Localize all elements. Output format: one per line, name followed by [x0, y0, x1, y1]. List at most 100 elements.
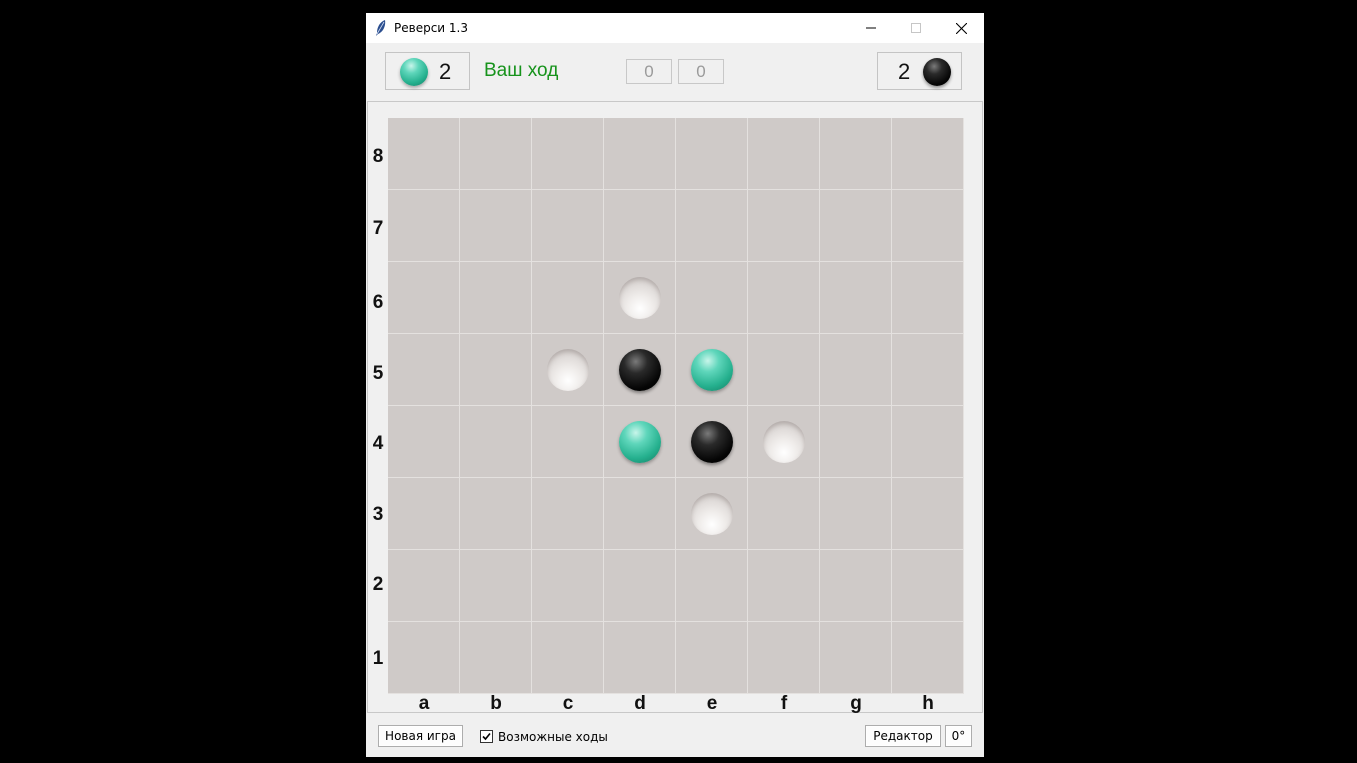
board-cell-e2[interactable] [676, 550, 748, 622]
board-cell-b8[interactable] [460, 118, 532, 190]
board-cell-f7[interactable] [748, 190, 820, 262]
possible-move-marker[interactable] [763, 421, 805, 463]
player-score-box: 2 [385, 52, 470, 90]
board-cell-a6[interactable] [388, 262, 460, 334]
board-cell-h5[interactable] [892, 334, 964, 406]
possible-moves-label[interactable]: Возможные ходы [498, 730, 608, 744]
board-cell-a1[interactable] [388, 622, 460, 694]
board-cell-a3[interactable] [388, 478, 460, 550]
board-cell-f6[interactable] [748, 262, 820, 334]
rotate-button[interactable]: 0° [945, 725, 972, 747]
rank-label: 3 [372, 504, 384, 525]
board-cell-b4[interactable] [460, 406, 532, 478]
board-cell-d8[interactable] [604, 118, 676, 190]
close-icon [955, 22, 967, 34]
board-cell-h2[interactable] [892, 550, 964, 622]
board-cell-a8[interactable] [388, 118, 460, 190]
board-cell-a2[interactable] [388, 550, 460, 622]
board-cell-g1[interactable] [820, 622, 892, 694]
board-cell-c4[interactable] [532, 406, 604, 478]
board-cell-g5[interactable] [820, 334, 892, 406]
board-cell-h4[interactable] [892, 406, 964, 478]
board-cell-a7[interactable] [388, 190, 460, 262]
board-cell-a5[interactable] [388, 334, 460, 406]
board-cell-e6[interactable] [676, 262, 748, 334]
close-button[interactable] [938, 13, 984, 43]
board-cell-b6[interactable] [460, 262, 532, 334]
board-cell-b2[interactable] [460, 550, 532, 622]
board-cell-g8[interactable] [820, 118, 892, 190]
possible-move-marker[interactable] [691, 493, 733, 535]
board-cell-h6[interactable] [892, 262, 964, 334]
possible-move-marker[interactable] [547, 349, 589, 391]
board-cell-c7[interactable] [532, 190, 604, 262]
board-cell-h1[interactable] [892, 622, 964, 694]
board-cell-b5[interactable] [460, 334, 532, 406]
board-cell-c3[interactable] [532, 478, 604, 550]
board-cell-b7[interactable] [460, 190, 532, 262]
board-cell-g7[interactable] [820, 190, 892, 262]
teal-stone [691, 349, 733, 391]
minimize-icon [866, 27, 876, 29]
board-cell-e4[interactable] [676, 406, 748, 478]
board-cell-h8[interactable] [892, 118, 964, 190]
board-cell-c8[interactable] [532, 118, 604, 190]
teal-stone [619, 421, 661, 463]
board-cell-c2[interactable] [532, 550, 604, 622]
rank-label: 4 [372, 433, 384, 454]
board-cell-a4[interactable] [388, 406, 460, 478]
board-cell-e1[interactable] [676, 622, 748, 694]
game-header: 2 2 [366, 43, 984, 101]
opponent-score: 2 [898, 59, 911, 84]
black-stone-icon [923, 58, 951, 86]
board-cell-f1[interactable] [748, 622, 820, 694]
board-cell-f3[interactable] [748, 478, 820, 550]
board-cell-f4[interactable] [748, 406, 820, 478]
board-cell-g4[interactable] [820, 406, 892, 478]
minimize-button[interactable] [848, 13, 894, 43]
board-cell-c1[interactable] [532, 622, 604, 694]
file-label: a [418, 693, 430, 714]
possible-moves-checkbox[interactable] [480, 730, 493, 743]
maximize-button[interactable] [893, 13, 939, 43]
board-cell-f5[interactable] [748, 334, 820, 406]
file-label: g [850, 693, 862, 714]
move-counter-left: 0 [626, 59, 672, 84]
board-cell-d6[interactable] [604, 262, 676, 334]
board-cell-e8[interactable] [676, 118, 748, 190]
rank-label: 7 [372, 218, 384, 239]
editor-button[interactable]: Редактор [865, 725, 941, 747]
checkmark-icon [482, 732, 491, 741]
board-cell-h7[interactable] [892, 190, 964, 262]
title-bar[interactable]: Реверси 1.3 [366, 13, 984, 43]
board-cell-g6[interactable] [820, 262, 892, 334]
board-cell-h3[interactable] [892, 478, 964, 550]
board-cell-d7[interactable] [604, 190, 676, 262]
rank-label: 6 [372, 292, 384, 313]
board-cell-d2[interactable] [604, 550, 676, 622]
game-board[interactable] [388, 118, 964, 694]
black-stone [691, 421, 733, 463]
board-cell-d4[interactable] [604, 406, 676, 478]
board-cell-d3[interactable] [604, 478, 676, 550]
rank-label: 1 [372, 648, 384, 669]
board-cell-f2[interactable] [748, 550, 820, 622]
board-cell-b3[interactable] [460, 478, 532, 550]
footer-bar: Новая игра Возможные ходы Редактор 0° [366, 713, 984, 757]
board-cell-g2[interactable] [820, 550, 892, 622]
board-cell-e5[interactable] [676, 334, 748, 406]
board-cell-c6[interactable] [532, 262, 604, 334]
possible-move-marker[interactable] [619, 277, 661, 319]
board-cell-d1[interactable] [604, 622, 676, 694]
file-label: h [922, 693, 934, 714]
board-cell-g3[interactable] [820, 478, 892, 550]
new-game-button[interactable]: Новая игра [378, 725, 463, 747]
board-cell-b1[interactable] [460, 622, 532, 694]
board-cell-d5[interactable] [604, 334, 676, 406]
board-cell-e7[interactable] [676, 190, 748, 262]
file-label: c [562, 693, 574, 714]
board-cell-e3[interactable] [676, 478, 748, 550]
board-cell-f8[interactable] [748, 118, 820, 190]
board-cell-c5[interactable] [532, 334, 604, 406]
feather-icon [376, 20, 386, 36]
